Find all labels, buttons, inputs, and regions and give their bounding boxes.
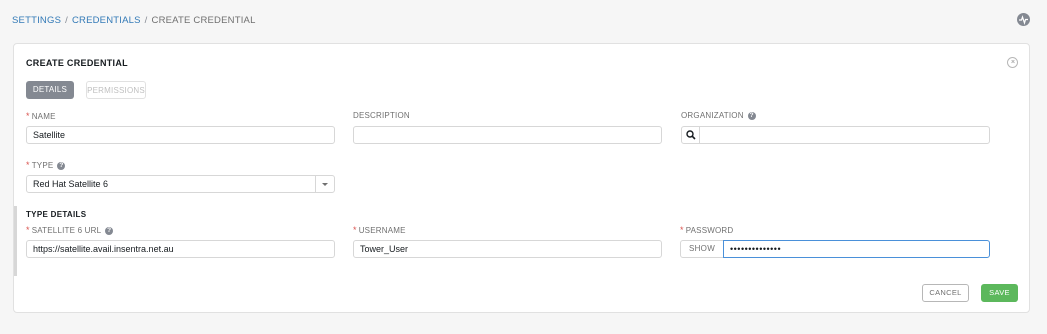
activity-stream-icon[interactable]	[1017, 13, 1030, 26]
name-field[interactable]: Satellite	[26, 126, 335, 144]
show-password-button[interactable]: SHOW	[680, 240, 724, 258]
breadcrumb-separator: /	[144, 15, 148, 26]
breadcrumb-credentials[interactable]: CREDENTIALS	[72, 15, 141, 26]
organization-field[interactable]	[699, 126, 990, 144]
description-label: DESCRIPTION	[353, 111, 410, 120]
username-field[interactable]: Tower_User	[353, 240, 662, 258]
tab-details[interactable]: DETAILS	[26, 81, 74, 99]
satellite-url-label: * SATELLITE 6 URL?	[26, 225, 114, 235]
search-icon	[686, 130, 696, 140]
help-icon[interactable]: ?	[105, 226, 114, 235]
description-field[interactable]	[353, 126, 662, 144]
organization-lookup-button[interactable]	[681, 126, 700, 144]
cancel-button[interactable]: CANCEL	[922, 284, 969, 302]
close-icon[interactable]	[1007, 57, 1018, 68]
help-icon[interactable]: ?	[747, 111, 756, 120]
name-label: * NAME	[26, 111, 56, 121]
panel-title: CREATE CREDENTIAL	[26, 58, 128, 68]
type-select-value: Red Hat Satellite 6	[33, 179, 109, 189]
type-details-title: TYPE DETAILS	[26, 210, 87, 219]
chevron-down-icon[interactable]	[315, 176, 334, 192]
breadcrumb-current: CREATE CREDENTIAL	[151, 15, 256, 26]
create-credential-panel: CREATE CREDENTIAL DETAILS PERMISSIONS * N…	[13, 43, 1030, 313]
type-label: * TYPE?	[26, 160, 66, 170]
breadcrumb-separator: /	[65, 15, 68, 26]
save-button[interactable]: SAVE	[981, 284, 1018, 302]
tab-permissions[interactable]: PERMISSIONS	[86, 81, 146, 99]
password-field[interactable]: ••••••••••••••	[723, 240, 990, 258]
type-details-divider	[14, 206, 17, 276]
top-bar: SETTINGS / CREDENTIALS / CREATE CREDENTIAL	[0, 0, 1047, 40]
help-icon[interactable]: ?	[57, 161, 66, 170]
satellite-url-field[interactable]: https://satellite.avail.insentra.net.au	[26, 240, 335, 258]
username-label: * USERNAME	[353, 225, 406, 235]
breadcrumb: SETTINGS / CREDENTIALS / CREATE CREDENTIAL	[12, 15, 256, 26]
organization-label: ORGANIZATION?	[681, 111, 756, 120]
breadcrumb-settings[interactable]: SETTINGS	[12, 15, 61, 26]
type-select[interactable]: Red Hat Satellite 6	[26, 175, 335, 193]
password-label: * PASSWORD	[680, 225, 734, 235]
